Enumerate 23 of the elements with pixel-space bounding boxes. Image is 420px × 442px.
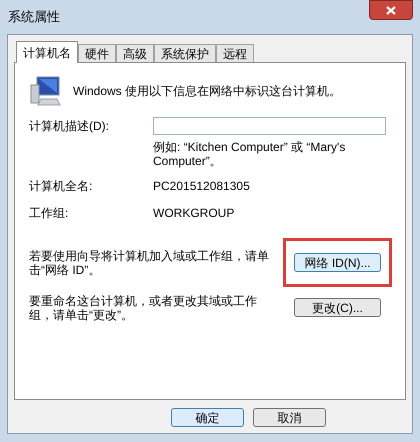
intro-text: Windows 使用以下信息在网络中标识这台计算机。 <box>73 83 342 100</box>
hint-text: 例如: “Kitchen Computer” 或 “Mary's Computer”。 <box>153 140 346 168</box>
field-label: 计算机描述(D): <box>29 118 110 135</box>
dialog-button[interactable]: 取消 <box>253 408 326 427</box>
field-label: 工作组: <box>29 205 70 222</box>
action-button[interactable]: 更改(C)... <box>294 298 381 317</box>
action-button[interactable]: 网络 ID(N)... <box>294 253 381 272</box>
close-button[interactable] <box>369 0 413 20</box>
instruction-text: 若要使用向导将计算机加入域或工作组，请单击“网络 ID”。 <box>29 248 270 276</box>
tab[interactable]: 硬件 <box>78 44 116 62</box>
field-value: WORKGROUP <box>153 205 234 222</box>
tab[interactable]: 远程 <box>216 44 254 62</box>
computer-icon <box>29 75 63 107</box>
tab[interactable]: 系统保护 <box>154 44 216 62</box>
close-icon <box>386 6 396 14</box>
dialog-button[interactable]: 确定 <box>171 408 244 427</box>
tab[interactable]: 高级 <box>116 44 154 62</box>
window-title: 系统属性 <box>7 8 60 26</box>
tab[interactable]: 计算机名 <box>16 41 78 63</box>
instruction-text: 要重命名这台计算机，或者更改其域或工作组，请单击“更改”。 <box>29 294 258 322</box>
field-value: PC201512081305 <box>153 178 250 195</box>
field-label: 计算机全名: <box>29 178 94 195</box>
description-field[interactable] <box>153 117 386 135</box>
